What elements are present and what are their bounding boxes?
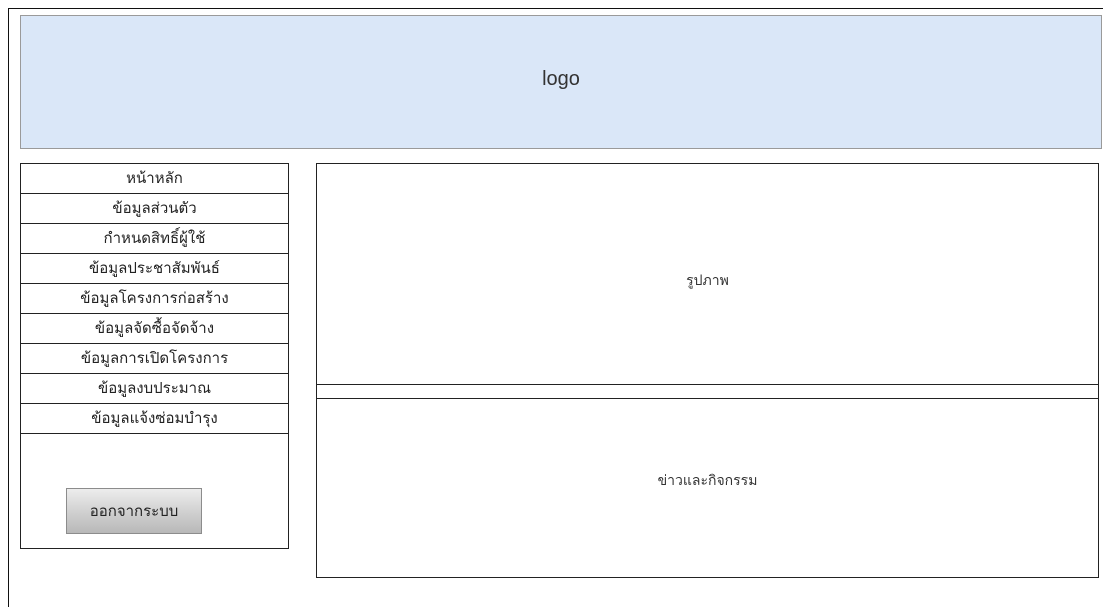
sidebar-item-budget[interactable]: ข้อมูลงบประมาณ: [21, 374, 288, 404]
news-activities-panel: ข่าวและกิจกรรม: [316, 384, 1099, 578]
sidebar-item-construction-projects[interactable]: ข้อมูลโครงการก่อสร้าง: [21, 284, 288, 314]
sidebar-item-maintenance-requests[interactable]: ข้อมูลแจ้งซ่อมบำรุง: [21, 404, 288, 434]
image-panel: รูปภาพ: [316, 163, 1099, 399]
logo: logo: [542, 67, 580, 90]
sidebar-item-project-opening[interactable]: ข้อมูลการเปิดโครงการ: [21, 344, 288, 374]
image-panel-label: รูปภาพ: [686, 273, 729, 289]
sidebar-item-public-relations[interactable]: ข้อมูลประชาสัมพันธ์: [21, 254, 288, 284]
sidebar-item-user-permissions[interactable]: กำหนดสิทธิ์ผู้ใช้: [21, 224, 288, 254]
header-banner: logo: [20, 15, 1102, 149]
sidebar-item-personal-info[interactable]: ข้อมูลส่วนตัว: [21, 194, 288, 224]
sidebar-item-procurement[interactable]: ข้อมูลจัดซื้อจัดจ้าง: [21, 314, 288, 344]
news-panel-label: ข่าวและกิจกรรม: [657, 473, 758, 489]
sidebar-item-home[interactable]: หน้าหลัก: [21, 164, 288, 194]
sidebar-menu: หน้าหลัก ข้อมูลส่วนตัว กำหนดสิทธิ์ผู้ใช้…: [20, 163, 289, 549]
logout-button[interactable]: ออกจากระบบ: [66, 488, 202, 534]
menu-list: หน้าหลัก ข้อมูลส่วนตัว กำหนดสิทธิ์ผู้ใช้…: [21, 164, 288, 434]
